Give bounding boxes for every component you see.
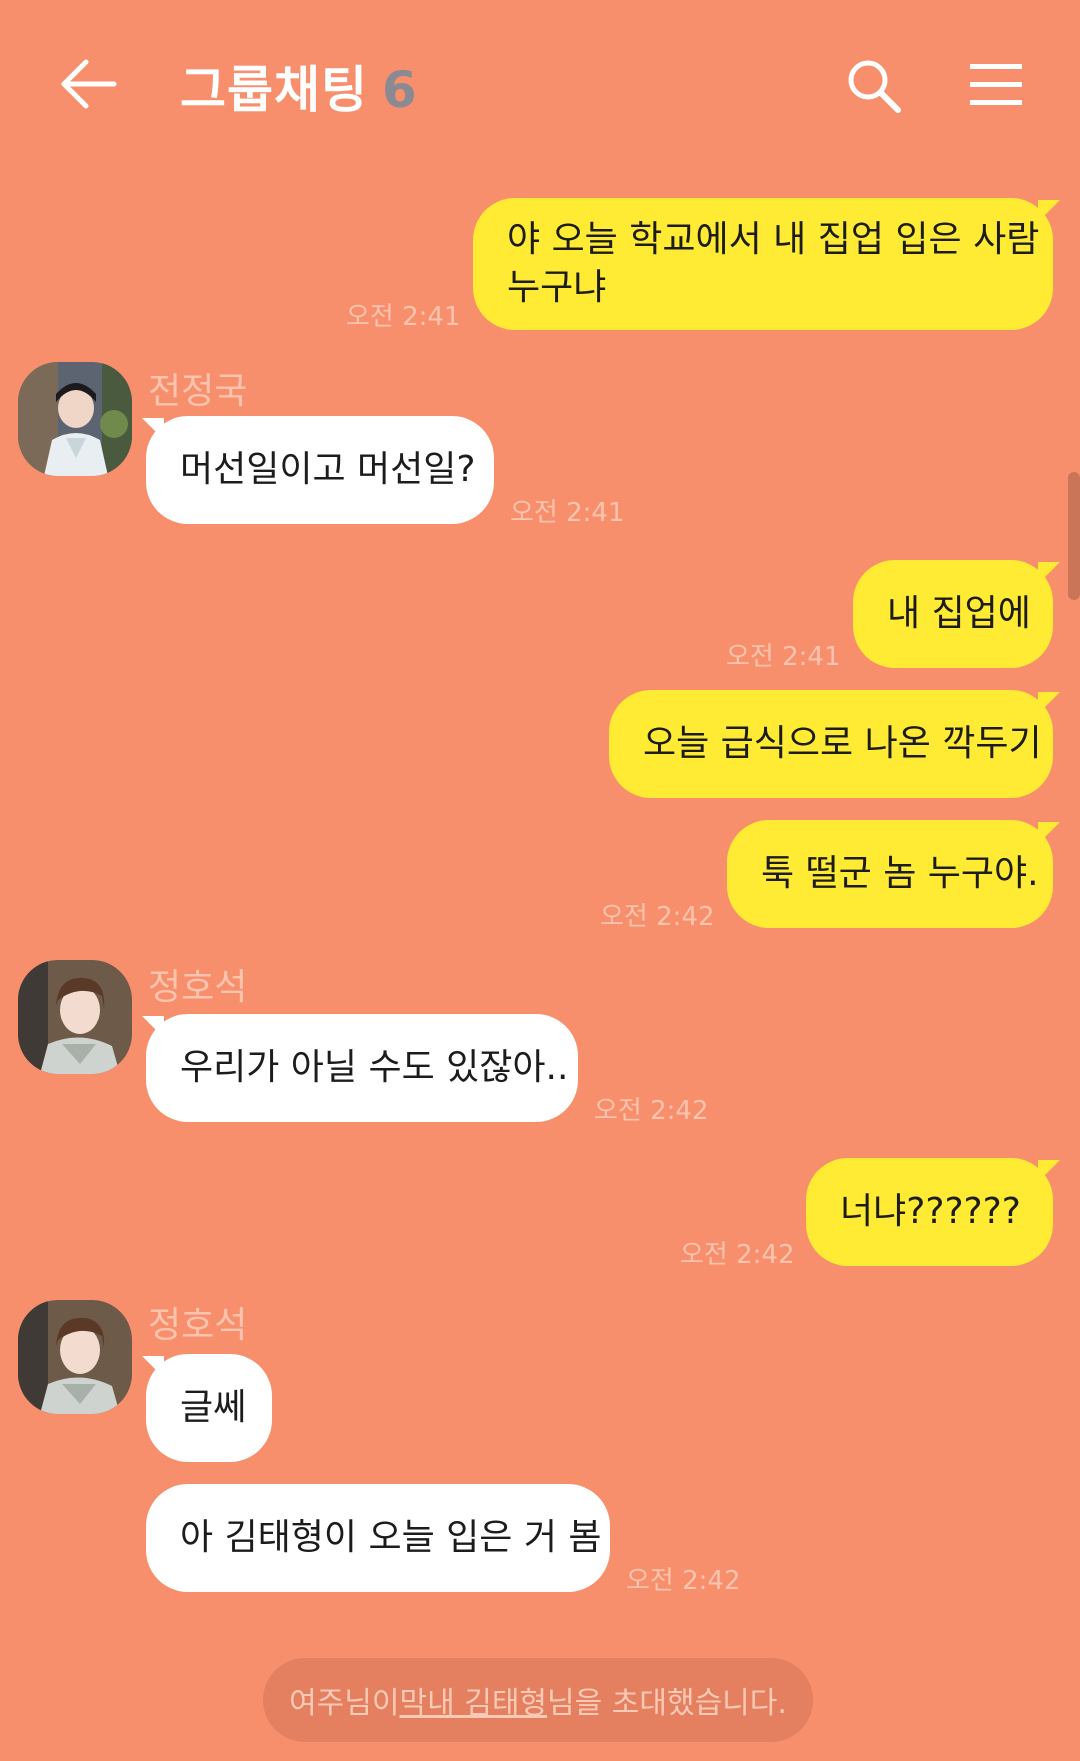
invited-user-link[interactable]: 막내 김태형 bbox=[399, 1678, 547, 1722]
bubble-tail bbox=[1038, 1160, 1060, 1182]
member-count: 6 bbox=[382, 61, 418, 119]
my-message-bubble[interactable]: 내 집업에 bbox=[853, 560, 1053, 668]
my-message-bubble[interactable]: 오늘 급식으로 나온 깍두기 bbox=[609, 690, 1053, 798]
message-text: 너냐?????? bbox=[840, 1191, 1021, 1232]
avatar-jungkook[interactable] bbox=[18, 362, 132, 476]
avatar-hoseok[interactable] bbox=[18, 1300, 132, 1414]
message-text: 우리가 아닐 수도 있잖아.. bbox=[180, 1047, 569, 1088]
bubble-tail bbox=[1038, 562, 1060, 584]
message-time: 오전 2:42 bbox=[626, 1566, 741, 1596]
other-message-bubble[interactable]: 글쎄 bbox=[146, 1354, 272, 1462]
message-text: 오늘 급식으로 나온 깍두기 bbox=[643, 723, 1042, 764]
other-message-bubble[interactable]: 우리가 아닐 수도 있잖아.. bbox=[146, 1014, 578, 1122]
bubble-tail bbox=[1038, 200, 1060, 222]
system-notice-suffix: 님을 초대했습니다. bbox=[547, 1686, 787, 1721]
message-time: 오전 2:41 bbox=[346, 302, 461, 332]
my-message-bubble[interactable]: 툭 떨군 놈 누구야. bbox=[727, 820, 1053, 928]
bubble-tail bbox=[1038, 822, 1060, 844]
chat-room-name: 그룹채팅 bbox=[180, 61, 368, 119]
back-arrow-icon[interactable] bbox=[58, 58, 118, 110]
message-text: 글쎄 bbox=[180, 1387, 247, 1428]
sender-name: 정호석 bbox=[148, 1305, 248, 1346]
sender-name: 전정국 bbox=[148, 371, 248, 412]
message-text: 툭 떨군 놈 누구야. bbox=[761, 853, 1039, 894]
message-time: 오전 2:42 bbox=[600, 902, 715, 932]
message-time: 오전 2:41 bbox=[510, 498, 625, 528]
other-message-bubble[interactable]: 머선일이고 머선일? bbox=[146, 416, 494, 524]
message-time: 오전 2:42 bbox=[594, 1096, 709, 1126]
message-text: 아 김태형이 오늘 입은 거 봄 bbox=[180, 1517, 602, 1558]
other-message-bubble[interactable]: 아 김태형이 오늘 입은 거 봄 bbox=[146, 1484, 610, 1592]
message-time: 오전 2:41 bbox=[726, 642, 841, 672]
search-icon[interactable] bbox=[846, 58, 902, 114]
sender-name: 정호석 bbox=[148, 967, 248, 1008]
avatar-hoseok[interactable] bbox=[18, 960, 132, 1074]
system-notice-prefix: 여주님이 bbox=[289, 1686, 400, 1721]
message-text: 내 집업에 bbox=[887, 593, 1031, 634]
my-message-bubble[interactable]: 야 오늘 학교에서 내 집업 입은 사람 누구냐 bbox=[473, 198, 1053, 330]
my-message-bubble[interactable]: 너냐?????? bbox=[806, 1158, 1053, 1266]
system-notice: 여주님이 막내 김태형 님을 초대했습니다. bbox=[263, 1658, 813, 1742]
message-text-line-2: 누구냐 bbox=[507, 267, 607, 308]
chat-header: 그룹채팅 6 bbox=[0, 0, 1080, 168]
message-text: 머선일이고 머선일? bbox=[180, 449, 476, 490]
hamburger-menu-icon[interactable] bbox=[968, 62, 1024, 108]
chat-title: 그룹채팅 6 bbox=[180, 50, 418, 122]
scrollbar[interactable] bbox=[1068, 472, 1080, 600]
message-text-line-1: 야 오늘 학교에서 내 집업 입은 사람 bbox=[507, 219, 1040, 260]
message-time: 오전 2:42 bbox=[680, 1240, 795, 1270]
bubble-tail bbox=[1038, 692, 1060, 714]
